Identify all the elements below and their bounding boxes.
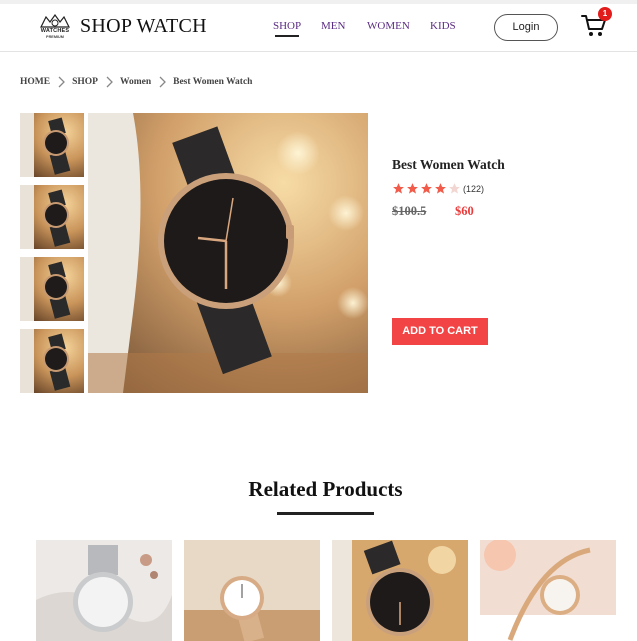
nav-shop[interactable]: SHOP — [273, 20, 301, 32]
related-product-card[interactable] — [332, 540, 468, 641]
nav-women[interactable]: WOMEN — [367, 20, 410, 32]
watch-thumbnail-image — [20, 329, 84, 393]
gallery-thumbnail[interactable] — [20, 329, 84, 393]
chevron-right-icon — [159, 76, 167, 88]
rating-stars: (122) — [392, 182, 484, 195]
related-product-card[interactable] — [480, 540, 616, 641]
chevron-right-icon — [58, 76, 66, 88]
sale-price: $60 — [455, 204, 474, 218]
nav-active-indicator — [275, 35, 299, 37]
logo-subtext: PREMIUM — [46, 35, 64, 39]
site-header: WATCHES PREMIUM SHOP WATCH SHOP MEN WOME… — [0, 0, 637, 52]
bracelet-watch-image — [480, 540, 616, 641]
add-to-cart-button[interactable]: ADD TO CART — [392, 318, 488, 345]
chevron-right-icon — [106, 76, 113, 88]
top-strip — [0, 0, 637, 4]
gallery-thumbnail[interactable] — [20, 113, 84, 177]
watch-thumbnail-image — [20, 257, 84, 321]
review-count[interactable]: (122) — [463, 184, 484, 194]
breadcrumb-current: Best Women Watch — [173, 77, 253, 87]
logo-text: WATCHES — [40, 28, 70, 34]
gallery-thumbnail[interactable] — [20, 257, 84, 321]
watch-thumbnail-image — [20, 185, 84, 249]
brand-name[interactable]: SHOP WATCH — [80, 15, 207, 38]
product-title: Best Women Watch — [392, 157, 505, 172]
breadcrumb: HOME SHOP Women Best Women Watch — [20, 75, 252, 89]
main-product-image[interactable] — [88, 113, 368, 393]
nav-kids[interactable]: KIDS — [430, 20, 456, 32]
black-watch-image — [332, 540, 468, 641]
nav-men[interactable]: MEN — [321, 20, 345, 32]
watch-logo-icon — [40, 13, 70, 28]
star-filled-icon — [393, 183, 404, 194]
rose-gold-watch-image — [184, 540, 320, 641]
heading-underline — [277, 512, 374, 515]
silver-watch-image — [36, 540, 172, 641]
star-filled-icon — [435, 183, 446, 194]
breadcrumb-women[interactable]: Women — [120, 77, 151, 87]
star-filled-icon — [407, 183, 418, 194]
brand-logo[interactable]: WATCHES PREMIUM — [38, 13, 72, 42]
related-product-card[interactable] — [184, 540, 320, 641]
star-filled-icon — [421, 183, 432, 194]
breadcrumb-home[interactable]: HOME — [20, 77, 50, 87]
cart-count-badge: 1 — [598, 7, 612, 21]
watch-main-image — [88, 113, 368, 393]
login-button[interactable]: Login — [494, 14, 558, 41]
star-empty-icon — [449, 183, 460, 194]
watch-thumbnail-image — [20, 113, 84, 177]
old-price: $100.5 — [392, 204, 427, 218]
breadcrumb-shop[interactable]: SHOP — [72, 77, 98, 87]
gallery-thumbnail[interactable] — [20, 185, 84, 249]
related-product-card[interactable] — [36, 540, 172, 641]
related-products-heading: Related Products — [248, 477, 403, 501]
